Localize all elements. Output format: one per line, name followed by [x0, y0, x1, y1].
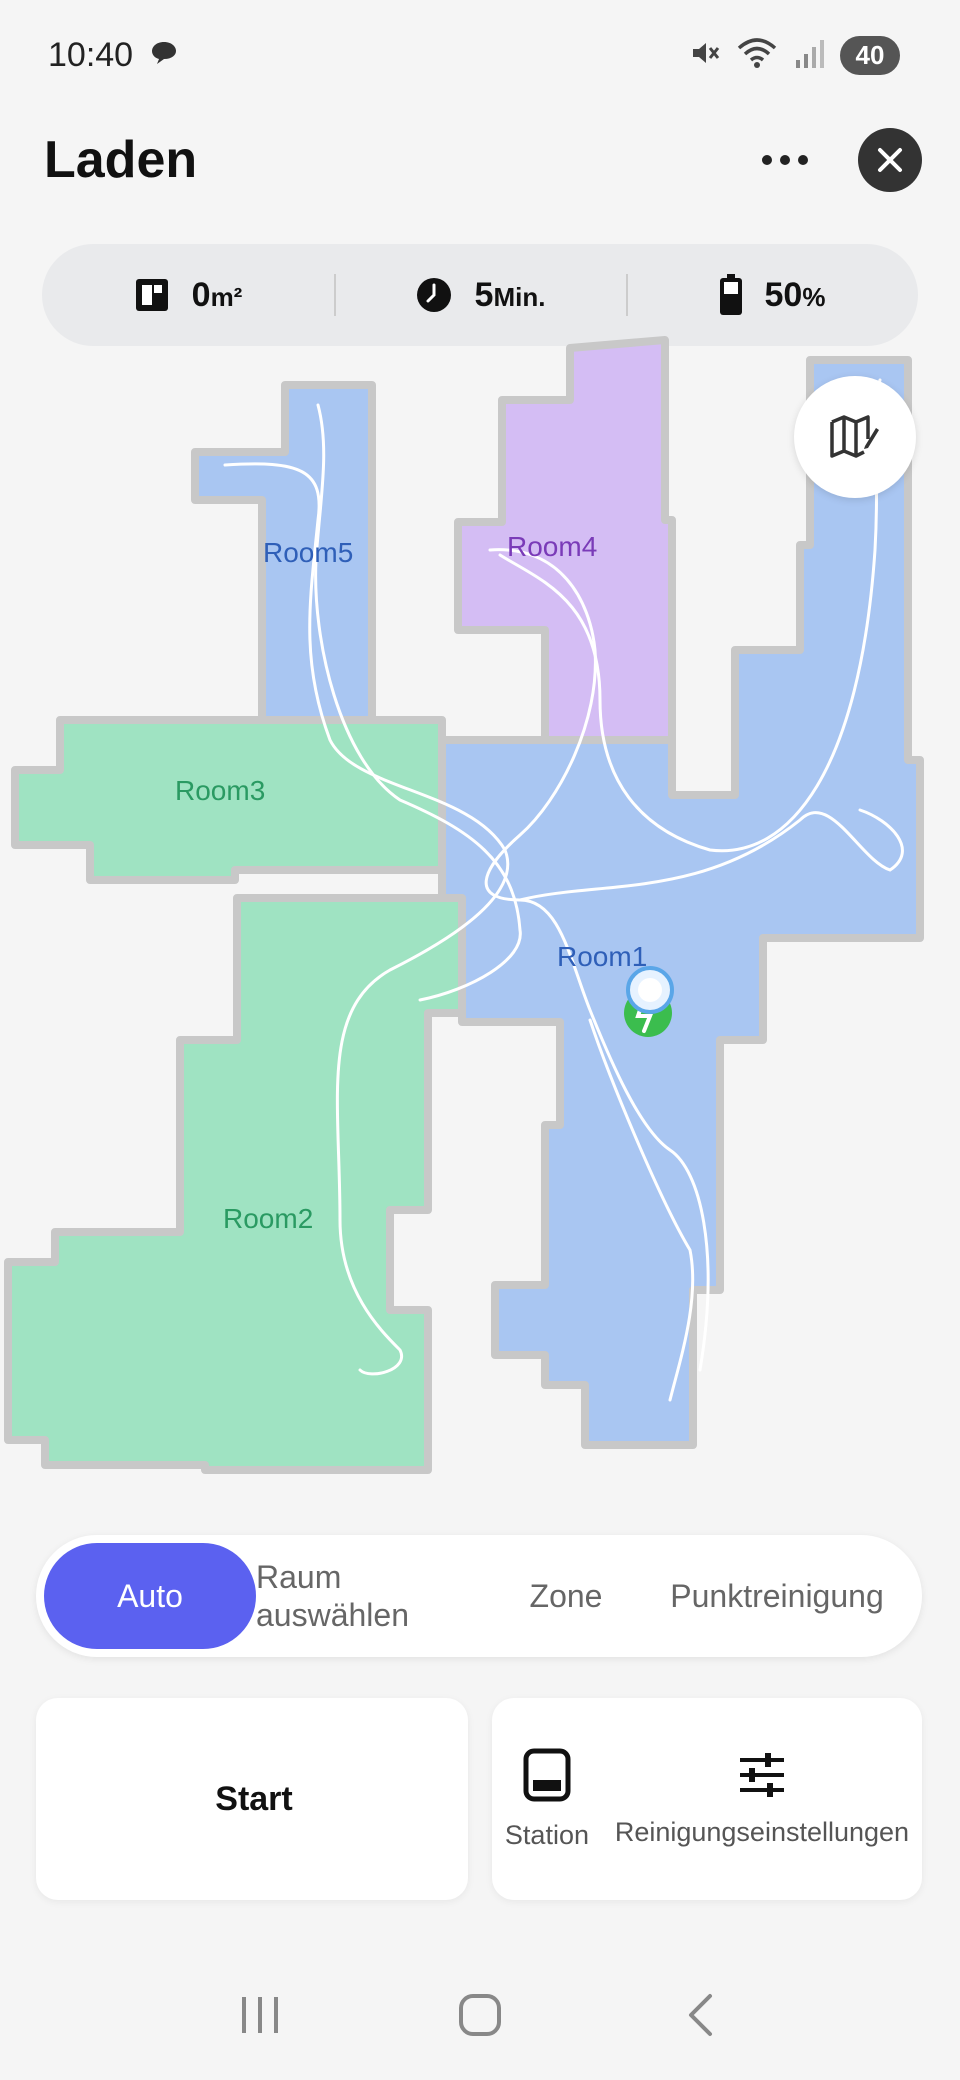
map-edit-button[interactable] — [794, 376, 916, 498]
recents-button[interactable] — [220, 1975, 300, 2055]
chat-bubble-icon — [149, 39, 179, 72]
wifi-icon — [736, 36, 778, 75]
start-label: Start — [215, 1779, 293, 1818]
mute-icon — [688, 36, 722, 75]
map-canvas[interactable]: Room1 Room2 Room3 Room4 Room5 — [0, 330, 960, 1520]
station-label: Station — [504, 1819, 589, 1850]
tab-auto[interactable]: Auto — [44, 1543, 256, 1649]
home-icon — [459, 1994, 501, 2036]
close-button[interactable] — [858, 128, 922, 192]
recents-icon — [242, 1997, 278, 2033]
tab-room-select-line1: Raum — [256, 1558, 342, 1595]
status-bar: 10:40 40 — [0, 0, 960, 110]
header: Laden — [0, 105, 960, 215]
room3-label: Room3 — [175, 775, 265, 806]
actions-card: Station Reinigungseinstellungen — [492, 1698, 922, 1900]
status-time: 10:40 — [48, 35, 134, 74]
more-options-button[interactable] — [762, 155, 808, 165]
start-button[interactable]: Start — [36, 1698, 468, 1900]
stat-battery-value: 50 — [764, 275, 803, 314]
clock-icon — [416, 278, 451, 312]
cleaning-settings-button[interactable]: Reinigungseinstellungen — [615, 1751, 909, 1848]
status-left: 10:40 — [48, 36, 179, 75]
area-icon — [135, 279, 168, 311]
system-nav-bar — [0, 1950, 960, 2080]
room4-label: Room4 — [507, 531, 597, 562]
stat-battery-unit: % — [802, 281, 826, 312]
home-button[interactable] — [440, 1975, 520, 2055]
tab-room-select-line2: auswählen — [256, 1597, 409, 1633]
back-button[interactable] — [660, 1975, 740, 2055]
room2-area[interactable] — [4, 894, 466, 1474]
tab-zone[interactable]: Zone — [486, 1543, 646, 1649]
map-edit-icon — [830, 415, 879, 458]
room2-label: Room2 — [223, 1203, 313, 1234]
sliders-icon — [739, 1752, 784, 1797]
tab-spot-cleaning[interactable]: Punktreinigung — [646, 1543, 908, 1649]
more-dots-icon — [762, 155, 772, 165]
stat-area-unit: m² — [210, 281, 243, 312]
close-icon — [878, 148, 902, 172]
station-icon — [523, 1748, 571, 1801]
back-icon — [689, 1994, 712, 2036]
room5-label: Room5 — [263, 537, 353, 568]
cleaning-map[interactable]: Room1 Room2 Room3 Room4 Room5 — [0, 330, 960, 1520]
battery-icon — [719, 274, 742, 315]
station-button[interactable]: Station — [505, 1748, 589, 1851]
cleaning-mode-tabs: Auto Raum auswählen Zone Punktreinigung — [36, 1535, 922, 1657]
battery-indicator: 40 — [840, 35, 900, 75]
signal-icon — [792, 36, 826, 75]
stat-time-value: 5 — [474, 275, 494, 314]
status-right: 40 — [688, 35, 900, 75]
page-title: Laden — [44, 131, 198, 189]
room1-label: Room1 — [557, 941, 647, 972]
stat-area-value: 0 — [191, 275, 211, 314]
tab-room-select[interactable]: Raum auswählen — [256, 1543, 486, 1649]
stat-time-unit: Min. — [493, 281, 546, 312]
robot-marker[interactable] — [626, 966, 674, 1014]
cleaning-settings-label: Reinigungseinstellungen — [614, 1816, 910, 1847]
header-actions — [762, 128, 922, 192]
